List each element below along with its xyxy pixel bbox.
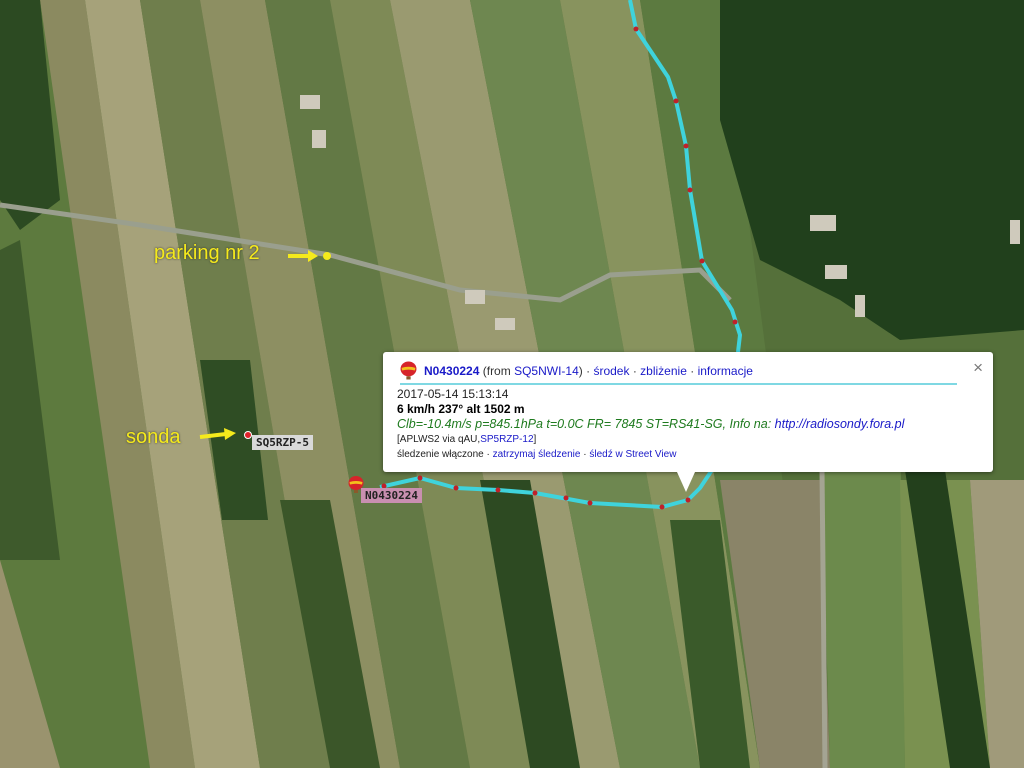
popup-comment: Clb=-10.4m/s p=845.1hPa t=0.0C FR= 7845 … [397, 417, 904, 431]
track-point [587, 500, 593, 506]
popup-from-suffix: ) [578, 364, 583, 378]
separator: · [632, 364, 637, 378]
track-point [532, 490, 538, 496]
popup-from-prefix: (from [482, 364, 515, 378]
close-icon[interactable]: × [973, 358, 983, 378]
sonda-annotation: sonda [126, 426, 181, 448]
popup-timestamp: 2017-05-14 15:13:14 [397, 387, 509, 401]
track-point [453, 485, 459, 491]
ground-station-label[interactable]: SQ5RZP-5 [252, 435, 313, 450]
popup-comment-text: Clb=-10.4m/s p=845.1hPa t=0.0C FR= 7845 … [397, 417, 775, 431]
popup-speed-altitude: 6 km/h 237° alt 1502 m [397, 402, 525, 416]
balloon-label[interactable]: N0430224 [361, 488, 422, 503]
link-informacje[interactable]: informacje [698, 364, 753, 378]
popup-path-station[interactable]: SP5RZP-12 [480, 434, 533, 445]
track-point [685, 497, 691, 503]
stop-tracking-link[interactable]: zatrzymaj śledzenie [493, 449, 581, 460]
popup-path: [APLWS2 via qAU,SP5RZP-12] [397, 434, 536, 445]
track-point [563, 495, 569, 501]
popup-comment-link[interactable]: http://radiosondy.fora.pl [775, 417, 905, 431]
track-point [495, 487, 501, 493]
popup-path-prefix: [APLWS2 via qAU, [397, 434, 481, 445]
popup-tracking: śledzenie włączone · zatrzymaj śledzenie… [397, 449, 676, 460]
balloon-icon [400, 361, 417, 380]
tracking-status: śledzenie włączone [397, 449, 484, 460]
track-point [673, 98, 679, 104]
track-point [633, 26, 639, 32]
street-view-link[interactable]: śledź w Street View [589, 449, 676, 460]
link-srodek[interactable]: środek [593, 364, 629, 378]
station-info-popup: N0430224 (from SQ5NWI-14) · środek · zbl… [383, 352, 993, 492]
separator: · [690, 364, 695, 378]
link-zblizenie[interactable]: zbliżenie [640, 364, 687, 378]
popup-station-name[interactable]: N0430224 [424, 364, 479, 378]
parking-marker[interactable] [323, 252, 331, 260]
track-point [732, 319, 738, 325]
track-point [687, 187, 693, 193]
track-point [683, 143, 689, 149]
popup-tail [677, 472, 695, 492]
popup-path-suffix: ] [533, 434, 537, 445]
ground-station-marker[interactable] [244, 431, 252, 439]
popup-header: N0430224 (from SQ5NWI-14) · środek · zbl… [400, 361, 957, 385]
track-point [699, 258, 705, 264]
parking-annotation: parking nr 2 [154, 242, 260, 264]
track-point [417, 475, 423, 481]
separator: · [586, 364, 591, 378]
popup-from-station[interactable]: SQ5NWI-14 [514, 364, 579, 378]
track-point [659, 504, 665, 510]
separator: · [486, 449, 490, 460]
separator: · [583, 449, 587, 460]
